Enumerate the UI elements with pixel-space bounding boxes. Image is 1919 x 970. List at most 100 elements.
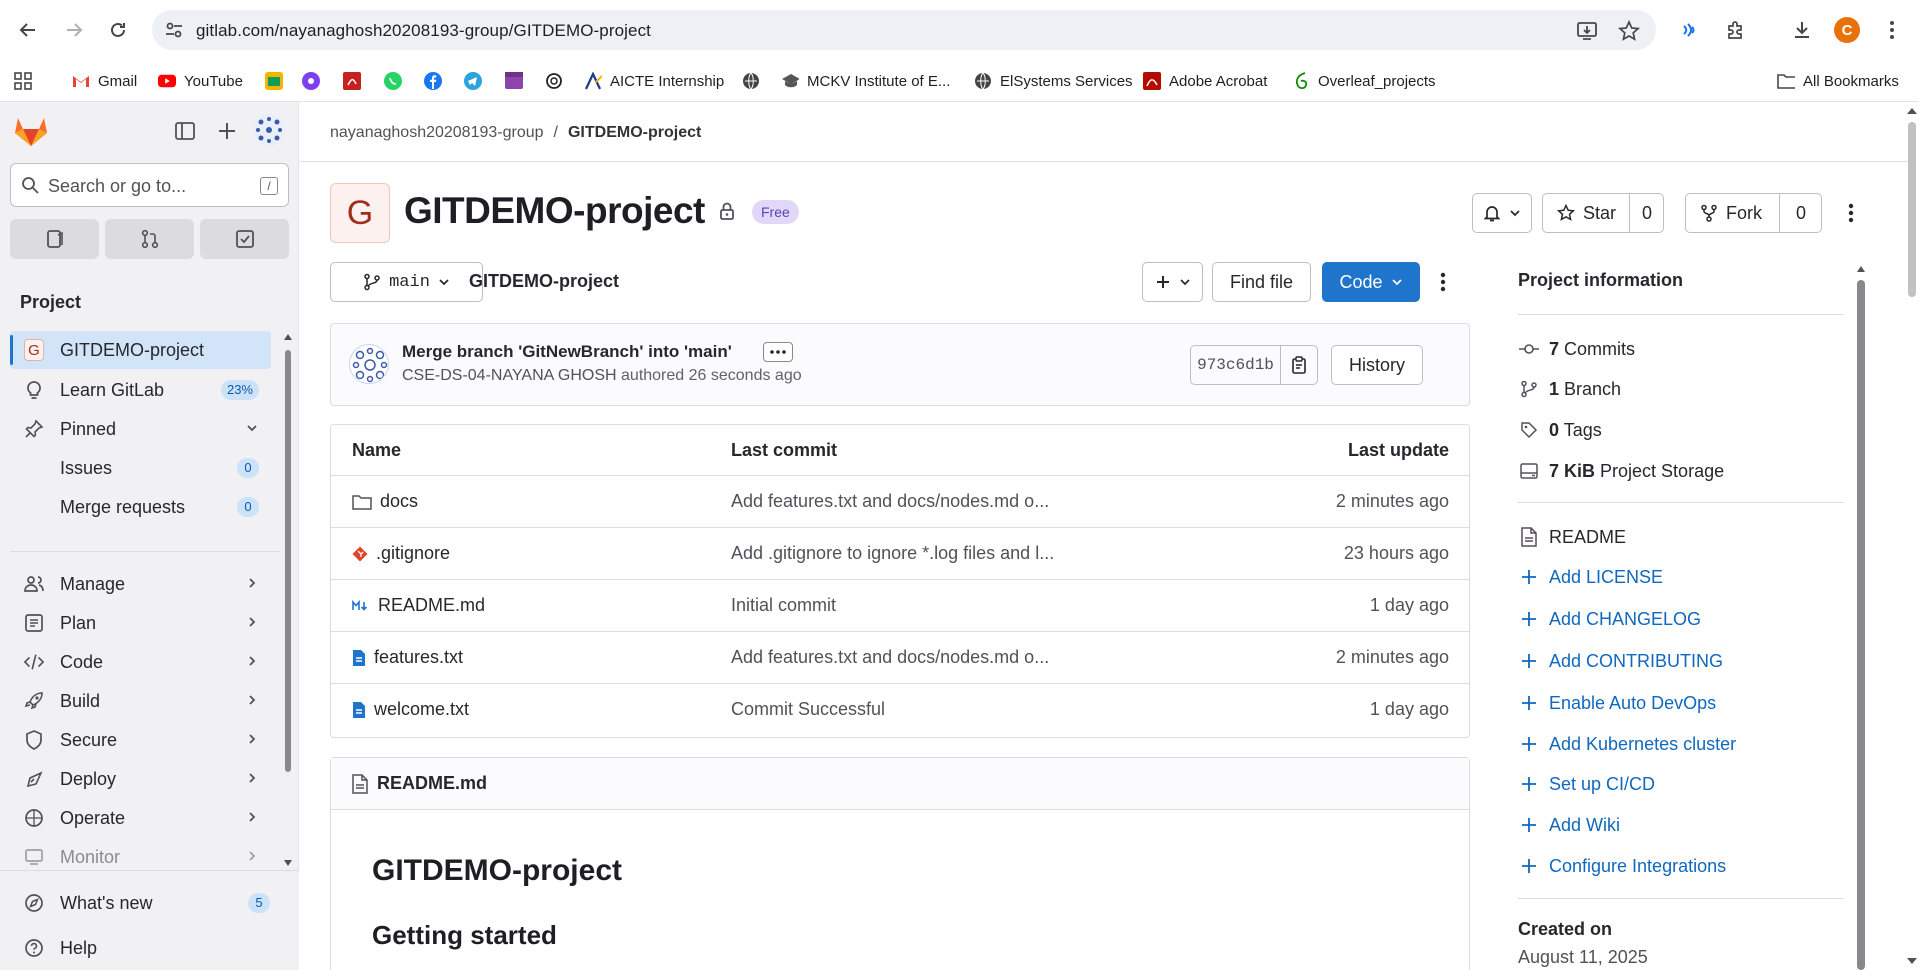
sidebar-item-code[interactable]: Code bbox=[10, 643, 271, 681]
sidebar-item-operate[interactable]: Operate bbox=[10, 799, 271, 837]
profile-avatar[interactable]: C bbox=[1834, 17, 1860, 43]
sidebar-item-build[interactable]: Build bbox=[10, 682, 271, 720]
all-bookmarks-button[interactable]: All Bookmarks bbox=[1777, 69, 1899, 93]
reload-button[interactable] bbox=[102, 14, 134, 46]
bookmark-aicte[interactable]: AICTE Internship bbox=[584, 69, 724, 93]
merge-requests-button[interactable] bbox=[105, 219, 194, 259]
fork-button[interactable]: Fork 0 bbox=[1685, 193, 1822, 233]
add-changelog-link[interactable]: Add CHANGELOG bbox=[1518, 607, 1701, 631]
bookmark-pdf[interactable] bbox=[343, 69, 361, 93]
whats-new-button[interactable]: What's new 5 bbox=[10, 884, 282, 922]
file-name[interactable]: README.md bbox=[378, 595, 485, 616]
sidebar-item-pinned[interactable]: Pinned bbox=[10, 410, 271, 448]
table-row[interactable]: features.txt Add features.txt and docs/n… bbox=[331, 632, 1469, 684]
bookmark-overleaf[interactable]: Overleaf_projects bbox=[1292, 69, 1436, 93]
table-row[interactable]: .gitignore Add .gitignore to ignore *.lo… bbox=[331, 528, 1469, 580]
todo-list-button[interactable] bbox=[200, 219, 289, 259]
readme-filename[interactable]: README.md bbox=[377, 773, 487, 794]
sidebar-item-issues[interactable]: Issues 0 bbox=[10, 449, 271, 487]
table-row[interactable]: docs Add features.txt and docs/nodes.md … bbox=[331, 476, 1469, 528]
address-bar[interactable]: gitlab.com/nayanaghosh20208193-group/GIT… bbox=[152, 10, 1656, 50]
fork-count[interactable]: 0 bbox=[1779, 194, 1822, 232]
search-input[interactable]: Search or go to... / bbox=[10, 163, 289, 207]
add-to-tree-button[interactable] bbox=[1142, 262, 1203, 302]
help-button[interactable]: Help bbox=[10, 929, 282, 967]
bookmark-photo[interactable] bbox=[265, 69, 283, 93]
bookmark-facebook[interactable] bbox=[424, 69, 442, 93]
toggle-commit-description-button[interactable] bbox=[763, 342, 793, 362]
add-license-link[interactable]: Add LICENSE bbox=[1518, 565, 1663, 589]
sidebar-item-manage[interactable]: Manage bbox=[10, 565, 271, 603]
branch-selector[interactable]: main bbox=[330, 262, 483, 302]
repo-path[interactable]: GITDEMO-project bbox=[469, 271, 619, 292]
tags-link[interactable]: 0 Tags bbox=[1518, 418, 1602, 442]
bookmark-youtube[interactable]: YouTube bbox=[158, 69, 243, 93]
sidebar-toggle-icon[interactable] bbox=[174, 120, 196, 142]
file-name[interactable]: features.txt bbox=[374, 647, 463, 668]
commit-title[interactable]: Merge branch 'GitNewBranch' into 'main' bbox=[402, 342, 732, 362]
find-file-button[interactable]: Find file bbox=[1212, 262, 1311, 302]
sidebar-scrollbar[interactable] bbox=[283, 330, 293, 870]
bookmark-purple[interactable] bbox=[302, 69, 320, 93]
sidebar-item-project[interactable]: G GITDEMO-project bbox=[10, 331, 271, 369]
file-name[interactable]: .gitignore bbox=[376, 543, 450, 564]
sidebar-item-merge-requests[interactable]: Merge requests 0 bbox=[10, 488, 271, 526]
extensions-puzzle-icon[interactable] bbox=[1722, 16, 1750, 44]
bookmark-telegram[interactable] bbox=[464, 69, 482, 93]
bookmark-clapper[interactable] bbox=[505, 69, 523, 93]
downloads-icon[interactable] bbox=[1788, 16, 1816, 44]
setup-cicd-link[interactable]: Set up CI/CD bbox=[1518, 772, 1655, 796]
bookmark-openai[interactable] bbox=[545, 69, 563, 93]
readme-link[interactable]: README bbox=[1518, 525, 1626, 549]
file-last-commit[interactable]: Add features.txt and docs/nodes.md o... bbox=[731, 491, 1049, 512]
file-name[interactable]: docs bbox=[380, 491, 418, 512]
site-settings-icon[interactable] bbox=[164, 20, 184, 40]
browser-menu-icon[interactable] bbox=[1878, 16, 1906, 44]
sidebar-item-deploy[interactable]: Deploy bbox=[10, 760, 271, 798]
copy-sha-button[interactable] bbox=[1281, 346, 1317, 384]
file-last-commit[interactable]: Add features.txt and docs/nodes.md o... bbox=[731, 647, 1049, 668]
commit-author-avatar[interactable] bbox=[349, 344, 389, 384]
commit-sha[interactable]: 973c6d1b bbox=[1191, 346, 1281, 384]
repo-actions-kebab-icon[interactable] bbox=[1431, 262, 1455, 302]
create-new-icon[interactable] bbox=[216, 120, 238, 142]
branches-link[interactable]: 1 Branch bbox=[1518, 377, 1621, 401]
history-button[interactable]: History bbox=[1331, 345, 1423, 385]
commits-link[interactable]: 7 Commits bbox=[1518, 337, 1635, 361]
breadcrumb-project-link[interactable]: GITDEMO-project bbox=[568, 124, 701, 142]
notification-settings-button[interactable] bbox=[1472, 193, 1532, 233]
bookmark-mckv[interactable]: MCKV Institute of E... bbox=[781, 69, 950, 93]
add-wiki-link[interactable]: Add Wiki bbox=[1518, 813, 1620, 837]
add-kubernetes-cluster-link[interactable]: Add Kubernetes cluster bbox=[1518, 732, 1736, 756]
apps-grid-icon[interactable] bbox=[14, 69, 32, 93]
bookmark-elsystems[interactable]: ElSystems Services bbox=[974, 69, 1133, 93]
gitlab-logo-icon[interactable] bbox=[14, 115, 48, 147]
bookmark-whatsapp[interactable] bbox=[384, 69, 402, 93]
table-row[interactable]: README.md Initial commit 1 day ago bbox=[331, 580, 1469, 632]
forward-button[interactable] bbox=[58, 14, 90, 46]
sidebar-item-secure[interactable]: Secure bbox=[10, 721, 271, 759]
bookmark-gmail[interactable]: Gmail bbox=[72, 69, 137, 93]
bookmark-globe[interactable] bbox=[742, 69, 760, 93]
assigned-issues-button[interactable] bbox=[10, 219, 99, 259]
star-count[interactable]: 0 bbox=[1629, 194, 1664, 232]
page-scrollbar[interactable] bbox=[1905, 102, 1919, 970]
star-button[interactable]: Star 0 bbox=[1542, 193, 1664, 233]
storage-link[interactable]: 7 KiB Project Storage bbox=[1518, 459, 1724, 483]
sidebar-item-learn-gitlab[interactable]: Learn GitLab 23% bbox=[10, 371, 271, 409]
extension-wave-icon[interactable] bbox=[1676, 16, 1704, 44]
file-last-commit[interactable]: Initial commit bbox=[731, 595, 836, 616]
bookmark-acrobat[interactable]: Adobe Acrobat bbox=[1143, 69, 1267, 93]
code-dropdown-button[interactable]: Code bbox=[1322, 262, 1420, 302]
sidebar-item-plan[interactable]: Plan bbox=[10, 604, 271, 642]
file-name[interactable]: welcome.txt bbox=[374, 699, 469, 720]
user-avatar[interactable] bbox=[253, 114, 285, 146]
configure-integrations-link[interactable]: Configure Integrations bbox=[1518, 854, 1726, 878]
enable-auto-devops-link[interactable]: Enable Auto DevOps bbox=[1518, 691, 1716, 715]
file-last-commit[interactable]: Commit Successful bbox=[731, 699, 885, 720]
install-app-icon[interactable] bbox=[1576, 20, 1598, 42]
breadcrumb-group-link[interactable]: nayanaghosh20208193-group bbox=[330, 124, 544, 142]
back-button[interactable] bbox=[12, 14, 44, 46]
project-actions-kebab-icon[interactable] bbox=[1839, 193, 1863, 233]
file-last-commit[interactable]: Add .gitignore to ignore *.log files and… bbox=[731, 543, 1054, 564]
